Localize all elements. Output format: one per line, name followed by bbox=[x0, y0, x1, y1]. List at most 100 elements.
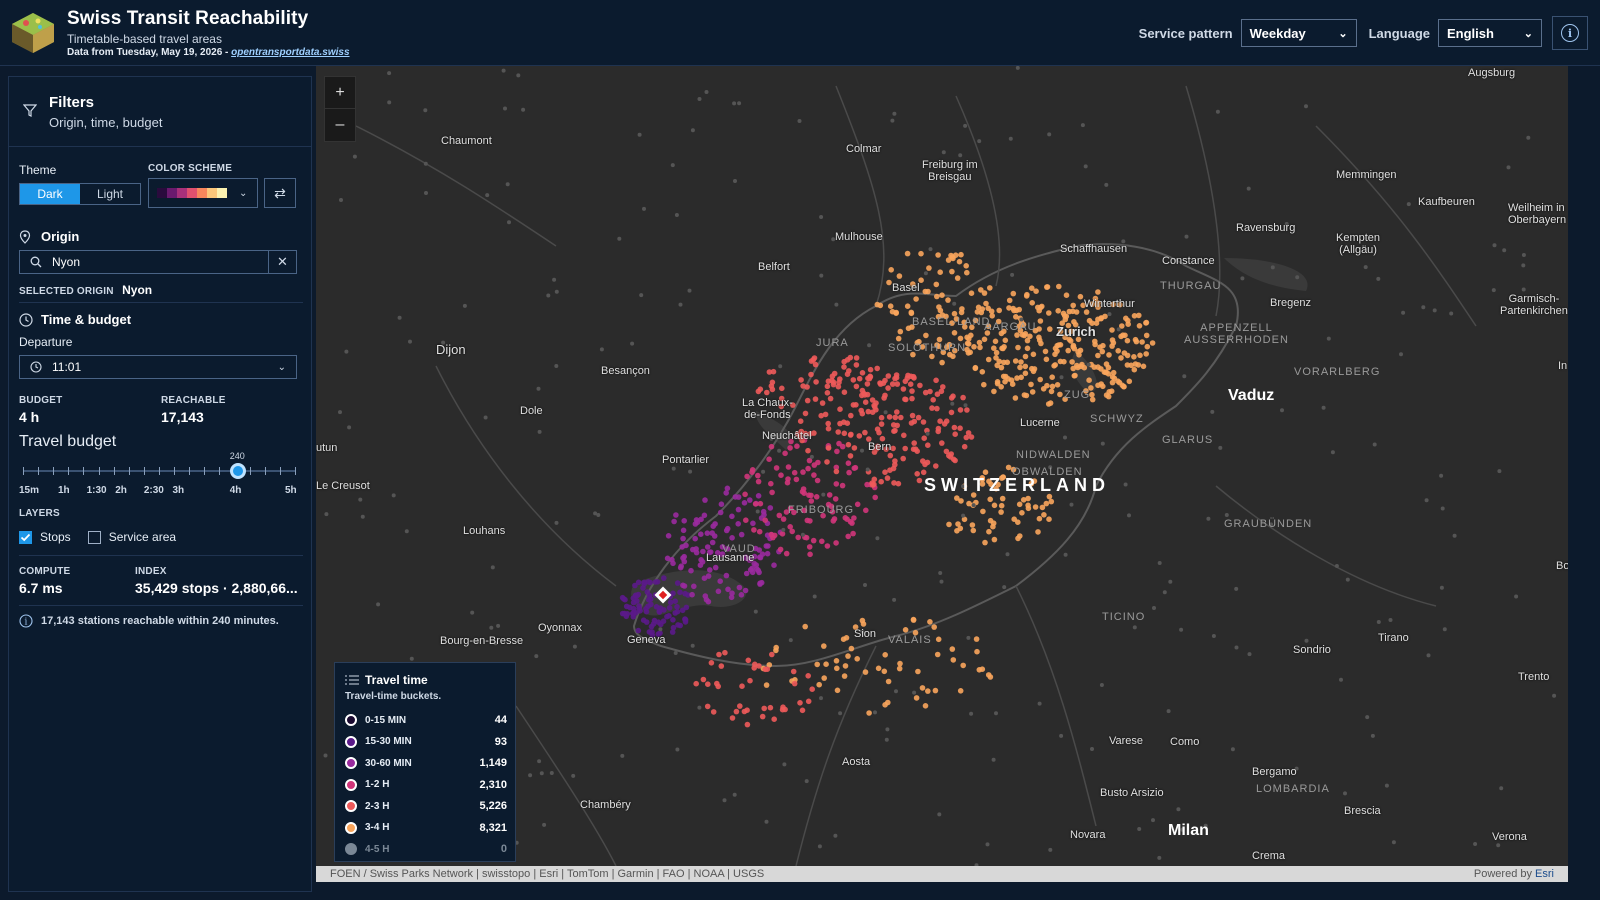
unreached-stop-dot bbox=[1439, 473, 1444, 478]
stop-dot bbox=[945, 297, 951, 303]
stop-dot bbox=[718, 663, 725, 669]
unreached-stop-dot bbox=[781, 527, 786, 532]
unreached-stop-dot bbox=[1521, 287, 1526, 292]
place-label: Colmar bbox=[846, 143, 882, 155]
unreached-stop-dot bbox=[704, 90, 709, 94]
stop-dot bbox=[939, 292, 945, 298]
theme-dark-button[interactable]: Dark bbox=[20, 184, 80, 204]
stop-dot bbox=[688, 567, 694, 574]
stop-dot bbox=[1122, 332, 1128, 339]
stop-dot bbox=[732, 494, 739, 500]
stop-dot bbox=[911, 440, 917, 446]
zoom-out-button[interactable]: – bbox=[325, 109, 355, 141]
stop-dot bbox=[779, 531, 786, 537]
stop-dot bbox=[948, 409, 955, 416]
unreached-stop-dot bbox=[1514, 594, 1519, 599]
stop-dot bbox=[1069, 359, 1075, 365]
legend-subtitle: Travel-time buckets. bbox=[345, 691, 442, 702]
stop-dot bbox=[672, 610, 678, 616]
stop-dot bbox=[1019, 510, 1025, 516]
stop-dot bbox=[936, 304, 942, 310]
esri-link[interactable]: Esri bbox=[1535, 868, 1554, 880]
stop-dot bbox=[633, 610, 639, 616]
unreached-stop-dot bbox=[1399, 352, 1403, 357]
selected-origin-label: SELECTED ORIGIN bbox=[19, 286, 114, 297]
reachable-value: 17,143 bbox=[161, 409, 204, 425]
language-select[interactable]: English ⌄ bbox=[1438, 19, 1542, 47]
stop-dot bbox=[1048, 388, 1055, 395]
stop-dot bbox=[957, 688, 964, 694]
time-budget-title: Time & budget bbox=[41, 312, 132, 327]
unreached-stop-dot bbox=[408, 339, 412, 344]
place-label: Aosta bbox=[842, 756, 871, 768]
stop-dot bbox=[882, 377, 888, 384]
stop-dot bbox=[932, 687, 939, 694]
service-pattern-select[interactable]: Weekday ⌄ bbox=[1240, 19, 1357, 47]
stop-dot bbox=[1108, 388, 1115, 395]
unreached-stop-dot bbox=[516, 73, 521, 78]
stop-dot bbox=[755, 472, 761, 479]
stop-dot bbox=[1095, 316, 1101, 323]
stop-dot bbox=[1083, 309, 1090, 315]
unreached-stop-dot bbox=[1365, 715, 1370, 720]
stop-dot bbox=[895, 335, 902, 342]
stop-dot bbox=[847, 432, 854, 438]
filters-header: Filters Origin, time, budget bbox=[9, 77, 311, 147]
stop-dot bbox=[785, 476, 791, 482]
stop-dot bbox=[797, 418, 804, 425]
stop-dot bbox=[1086, 317, 1093, 324]
service-area-checkbox[interactable] bbox=[87, 530, 101, 544]
list-icon bbox=[345, 675, 359, 685]
stop-dot bbox=[644, 589, 651, 595]
color-scheme-select[interactable]: ⌄ bbox=[148, 178, 258, 208]
origin-search: Nyon ✕ bbox=[19, 250, 297, 274]
stop-dot bbox=[841, 389, 848, 396]
info-button[interactable]: i bbox=[1552, 16, 1588, 50]
stop-dot bbox=[1009, 381, 1016, 388]
stop-dot bbox=[978, 287, 984, 293]
unreached-stop-dot bbox=[819, 696, 823, 701]
service-area-label: Service area bbox=[108, 530, 177, 544]
place-label: Zurich bbox=[1056, 324, 1096, 339]
data-source-link[interactable]: opentransportdata.swiss bbox=[231, 47, 349, 58]
origin-search-input[interactable]: Nyon ✕ bbox=[19, 250, 297, 274]
stop-dot bbox=[871, 476, 878, 483]
stop-dot bbox=[1018, 374, 1024, 381]
stop-dot bbox=[722, 649, 728, 656]
stop-dot bbox=[979, 369, 986, 375]
unreached-stop-dot bbox=[1230, 747, 1235, 752]
stop-dot bbox=[911, 418, 918, 425]
stop-dot bbox=[714, 680, 720, 687]
place-label: Basel bbox=[892, 282, 920, 294]
place-label: In bbox=[1558, 360, 1568, 372]
travel-budget-slider[interactable]: 240 15m 1h 1:30 2h 2:30 3h 4h 5h bbox=[19, 449, 299, 499]
origin-title: Origin bbox=[41, 229, 80, 244]
theme-light-button[interactable]: Light bbox=[80, 184, 140, 204]
map-attribution: FOEN / Swiss Parks Network | swisstopo |… bbox=[316, 866, 1568, 882]
map-view[interactable]: + – Augsburg Chaumont Colmar Freiburg im… bbox=[316, 66, 1568, 866]
stop-dot bbox=[853, 383, 860, 390]
stop-dot bbox=[704, 544, 711, 550]
stop-dot bbox=[909, 388, 915, 394]
stop-dot bbox=[756, 663, 762, 669]
departure-time-select[interactable]: 11:01 ⌄ bbox=[19, 355, 297, 379]
origin-search-value: Nyon bbox=[52, 255, 81, 269]
clear-search-button[interactable]: ✕ bbox=[268, 251, 296, 273]
zoom-in-button[interactable]: + bbox=[325, 77, 355, 109]
stop-dot bbox=[643, 619, 650, 625]
stop-dot bbox=[929, 405, 935, 411]
unreached-stop-dot bbox=[674, 213, 679, 217]
swatch-color bbox=[197, 188, 207, 198]
stop-dot bbox=[925, 442, 931, 449]
unreached-stop-dot bbox=[764, 819, 769, 824]
stops-checkbox[interactable] bbox=[19, 530, 32, 544]
layers-options: Stops Service area bbox=[19, 530, 176, 544]
stop-dot bbox=[1018, 359, 1024, 365]
swap-scheme-button[interactable]: ⇄ bbox=[264, 178, 296, 208]
layers-caption: LAYERS bbox=[19, 508, 60, 519]
info-icon: i bbox=[1561, 24, 1579, 42]
slider-thumb[interactable] bbox=[229, 463, 246, 479]
stop-dot bbox=[715, 588, 722, 595]
unreached-stop-dot bbox=[1432, 308, 1437, 313]
slider-tick bbox=[113, 467, 115, 475]
